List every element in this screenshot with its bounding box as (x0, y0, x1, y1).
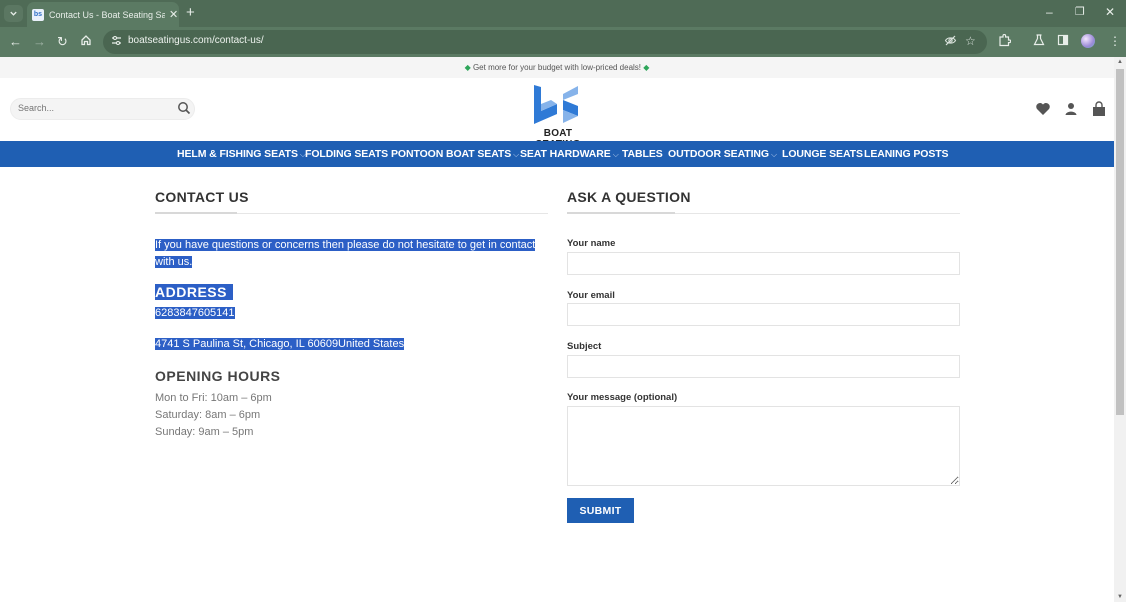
hours-sunday: Sunday: 9am – 5pm (155, 426, 254, 438)
phone-number[interactable]: 6283847605141 (155, 307, 235, 319)
back-button[interactable]: ← (9, 34, 22, 50)
browser-toolbar: ← → ↻ boatseatingus.com/contact-us/ ☆ ⋮ (0, 27, 1126, 57)
browser-menu-icon[interactable]: ⋮ (1109, 34, 1121, 48)
nav-tables[interactable]: TABLES (622, 148, 663, 160)
search-icon[interactable] (177, 101, 191, 115)
reload-button[interactable]: ↻ (57, 34, 68, 50)
name-label: Your name (567, 238, 616, 249)
form-title: ASK A QUESTION (567, 189, 691, 205)
shopping-bag-icon[interactable] (1091, 101, 1107, 117)
tab-title: Contact Us - Boat Seating Sale (49, 9, 165, 20)
tab-close-icon[interactable]: ✕ (169, 8, 178, 21)
submit-button[interactable]: SUBMIT (567, 498, 634, 523)
hours-saturday: Saturday: 8am – 6pm (155, 409, 261, 421)
scroll-down-arrow-icon[interactable]: ▼ (1116, 594, 1124, 600)
money-icon: ◆ (464, 63, 471, 72)
wishlist-heart-icon[interactable] (1035, 101, 1051, 117)
eye-off-icon[interactable] (944, 34, 957, 50)
nav-seat-hardware[interactable]: SEAT HARDWARE ⌵ (520, 148, 619, 160)
restore-button[interactable]: ❐ (1075, 5, 1085, 18)
street-address: 4741 S Paulina St, Chicago, IL 60609Unit… (155, 338, 405, 350)
contact-intro: If you have questions or concerns then p… (155, 239, 536, 268)
opening-hours-heading: OPENING HOURS (155, 368, 281, 384)
hours-weekdays: Mon to Fri: 10am – 6pm (155, 392, 272, 404)
promo-banner: ◆ Get more for your budget with low-pric… (0, 57, 1114, 78)
tab-search-button[interactable] (4, 5, 23, 22)
subject-label: Subject (567, 341, 602, 352)
site-settings-icon[interactable] (111, 35, 122, 49)
nav-helm-fishing-seats[interactable]: HELM & FISHING SEATS ⌵ (177, 148, 306, 160)
chevron-down-icon (10, 11, 17, 16)
account-user-icon[interactable] (1063, 101, 1079, 117)
money-icon: ◆ (643, 63, 650, 72)
nav-leaning-posts[interactable]: LEANING POSTS (864, 148, 949, 160)
subject-field[interactable] (567, 355, 960, 378)
bookmark-star-icon[interactable]: ☆ (965, 34, 976, 48)
profile-avatar[interactable] (1081, 34, 1095, 48)
tab-strip: bs Contact Us - Boat Seating Sale ✕ + – … (0, 0, 1126, 27)
web-page: ◆ Get more for your budget with low-pric… (0, 57, 1114, 602)
home-button[interactable] (80, 34, 92, 50)
home-icon (81, 35, 91, 46)
favicon-icon: bs (32, 8, 44, 21)
address-heading: ADDRESS (155, 284, 233, 300)
message-label: Your message (optional) (567, 392, 678, 403)
scroll-up-arrow-icon[interactable]: ▲ (1116, 59, 1124, 65)
title-underline (155, 212, 237, 214)
nav-lounge-seats[interactable]: LOUNGE SEATS (782, 148, 863, 160)
chevron-down-icon: ⌵ (770, 150, 777, 159)
window-close-button[interactable]: ✕ (1105, 5, 1115, 19)
page-scrollbar[interactable]: ▲ ▼ (1114, 57, 1126, 602)
message-textarea[interactable] (567, 406, 960, 486)
extensions-icon[interactable] (998, 33, 1012, 50)
logo-mark-icon (534, 85, 578, 124)
new-tab-button[interactable]: + (186, 4, 195, 21)
url-text[interactable]: boatseatingus.com/contact-us/ (128, 35, 264, 46)
labs-flask-icon[interactable] (1033, 34, 1045, 49)
title-underline (567, 212, 675, 214)
chevron-down-icon: ⌵ (513, 150, 520, 159)
address-bar[interactable]: boatseatingus.com/contact-us/ ☆ (103, 30, 987, 54)
nav-outdoor-seating[interactable]: OUTDOOR SEATING ⌵ (668, 148, 777, 160)
name-field[interactable] (567, 252, 960, 275)
tab-active[interactable]: bs Contact Us - Boat Seating Sale ✕ (27, 2, 179, 27)
search-input[interactable] (18, 103, 168, 113)
browser-chrome: bs Contact Us - Boat Seating Sale ✕ + – … (0, 0, 1126, 57)
minimize-button[interactable]: – (1046, 5, 1053, 19)
main-navigation: HELM & FISHING SEATS ⌵ FOLDING SEATS PONT… (0, 141, 1114, 167)
site-logo[interactable]: BOAT SEATING (521, 84, 595, 150)
email-field[interactable] (567, 303, 960, 326)
contact-title: CONTACT US (155, 189, 249, 205)
forward-button[interactable]: → (33, 34, 46, 50)
chevron-down-icon: ⌵ (612, 150, 619, 159)
search-box (10, 98, 195, 120)
nav-folding-seats[interactable]: FOLDING SEATS (305, 148, 388, 160)
nav-pontoon-boat-seats[interactable]: PONTOON BOAT SEATS ⌵ (391, 148, 519, 160)
promo-text: Get more for your budget with low-priced… (472, 63, 642, 72)
scrollbar-thumb[interactable] (1116, 69, 1124, 415)
side-panel-icon[interactable] (1057, 34, 1069, 49)
email-label: Your email (567, 290, 615, 301)
